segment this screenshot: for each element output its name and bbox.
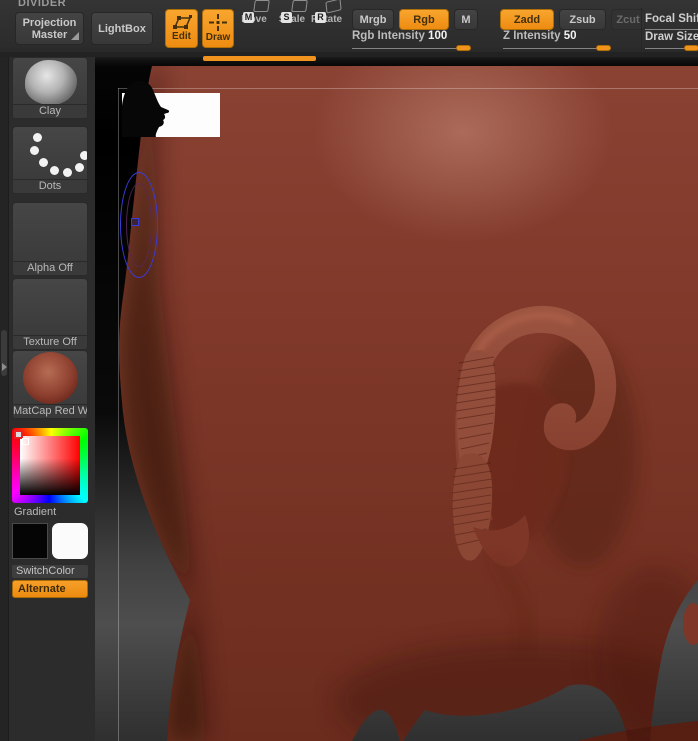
zsub-mode-button[interactable]: Zsub: [559, 9, 606, 30]
dot-icon: [63, 168, 72, 177]
popup-indicator-triangle-icon: [71, 32, 79, 40]
clay-ball-icon: [25, 60, 77, 104]
z-intensity-slider[interactable]: [503, 48, 611, 49]
matcap-sphere-icon: [23, 352, 78, 404]
sculpted-head-model: [119, 66, 698, 741]
z-intensity-value: 50: [563, 30, 577, 42]
main-color-swatch[interactable]: [12, 523, 48, 559]
tray-collapse-arrow-icon[interactable]: [2, 363, 7, 371]
gradient-label: Gradient: [14, 506, 57, 518]
switchcolor-button[interactable]: SwitchColor: [12, 565, 88, 578]
secondary-color-swatch[interactable]: [52, 523, 88, 559]
document-frame-left-line: [118, 88, 119, 741]
draw-label: Draw: [205, 31, 231, 43]
dots-stroke-thumbnail[interactable]: [12, 126, 88, 180]
scale-button[interactable]: S Scale: [277, 0, 308, 48]
dot-icon: [30, 146, 39, 155]
hue-ring[interactable]: [12, 428, 88, 503]
edit-gizmo-icon: [172, 15, 192, 29]
clay-brush-thumbnail[interactable]: [12, 57, 88, 105]
shelf-scrollbar[interactable]: [203, 56, 316, 61]
stroke-selector-dots[interactable]: Dots: [12, 126, 88, 194]
texture-selector[interactable]: Texture Off: [12, 278, 88, 350]
zcut-mode-button-disabled: Zcut: [611, 9, 645, 30]
alternate-button[interactable]: Alternate: [12, 580, 88, 598]
m-mode-button[interactable]: M: [454, 9, 478, 30]
draw-button[interactable]: Draw: [202, 9, 234, 48]
dot-icon: [50, 166, 59, 175]
rgb-mode-button[interactable]: Rgb: [399, 9, 449, 30]
silhouette-preview-box: [122, 80, 220, 137]
alpha-selector[interactable]: Alpha Off: [12, 202, 88, 276]
saturation-value-square[interactable]: [20, 436, 80, 495]
rgb-intensity-slider[interactable]: [352, 48, 471, 49]
dot-icon: [80, 151, 87, 160]
brush-inner-ring-icon: [126, 183, 152, 267]
brush-center-square-icon: [131, 218, 139, 226]
left-tray: Clay Dots Alpha Off Texture Off MatCap R…: [0, 57, 95, 741]
lightbox-label: LightBox: [98, 22, 146, 35]
sculpt-viewport[interactable]: [95, 57, 698, 741]
focal-shift-slider[interactable]: [645, 29, 698, 30]
alpha-off-label: Alpha Off: [12, 262, 88, 276]
matcap-thumbnail[interactable]: [12, 350, 88, 405]
rgb-intensity-value: 100: [428, 30, 448, 42]
top-shelf-toolbar: DIVIDER Projection Master LightBox Edit: [0, 0, 698, 57]
color-swatches: [12, 523, 88, 560]
dots-label: Dots: [12, 180, 88, 194]
toolbar-separator: [641, 8, 642, 50]
divider-label: DIVIDER: [18, 0, 67, 9]
clay-label: Clay: [12, 105, 88, 119]
draw-size-slider-label: Draw Size: [645, 31, 698, 43]
edit-button[interactable]: Edit: [165, 9, 198, 48]
z-intensity-slider-handle[interactable]: [596, 45, 611, 51]
matcap-label: MatCap Red Wax: [12, 405, 88, 419]
color-picker-gradient[interactable]: Gradient: [12, 428, 88, 520]
alpha-off-thumbnail[interactable]: [12, 202, 88, 262]
zadd-mode-button[interactable]: Zadd: [500, 9, 554, 30]
draw-crosshair-icon: [209, 13, 227, 31]
edit-label: Edit: [172, 31, 191, 42]
sv-selector-icon[interactable]: [22, 438, 29, 445]
rotate-button[interactable]: R Rotate: [311, 0, 342, 48]
zbrush-window: DIVIDER Projection Master LightBox Edit: [0, 0, 698, 741]
tray-divider-strip: [0, 57, 9, 741]
dot-icon: [39, 158, 48, 167]
focal-shift-slider-label: Focal Shift: [645, 13, 698, 25]
head-silhouette-icon: [122, 80, 170, 137]
texture-off-thumbnail[interactable]: [12, 278, 88, 336]
dot-icon: [75, 163, 84, 172]
rgb-intensity-slider-label: Rgb Intensity 100: [352, 30, 448, 42]
move-button[interactable]: M Move: [239, 0, 270, 48]
draw-size-slider-handle[interactable]: [684, 45, 698, 51]
projection-master-button[interactable]: Projection Master: [15, 12, 84, 45]
material-selector-matcap-red-wax[interactable]: MatCap Red Wax: [12, 350, 88, 419]
mrgb-mode-button[interactable]: Mrgb: [352, 9, 394, 30]
brush-cursor: [120, 172, 158, 278]
brush-selector-clay[interactable]: Clay: [12, 57, 88, 119]
rgb-intensity-slider-handle[interactable]: [456, 45, 471, 51]
lightbox-button[interactable]: LightBox: [91, 12, 153, 45]
z-intensity-slider-label: Z Intensity 50: [503, 30, 577, 42]
texture-off-label: Texture Off: [12, 336, 88, 350]
dot-icon: [33, 133, 42, 142]
